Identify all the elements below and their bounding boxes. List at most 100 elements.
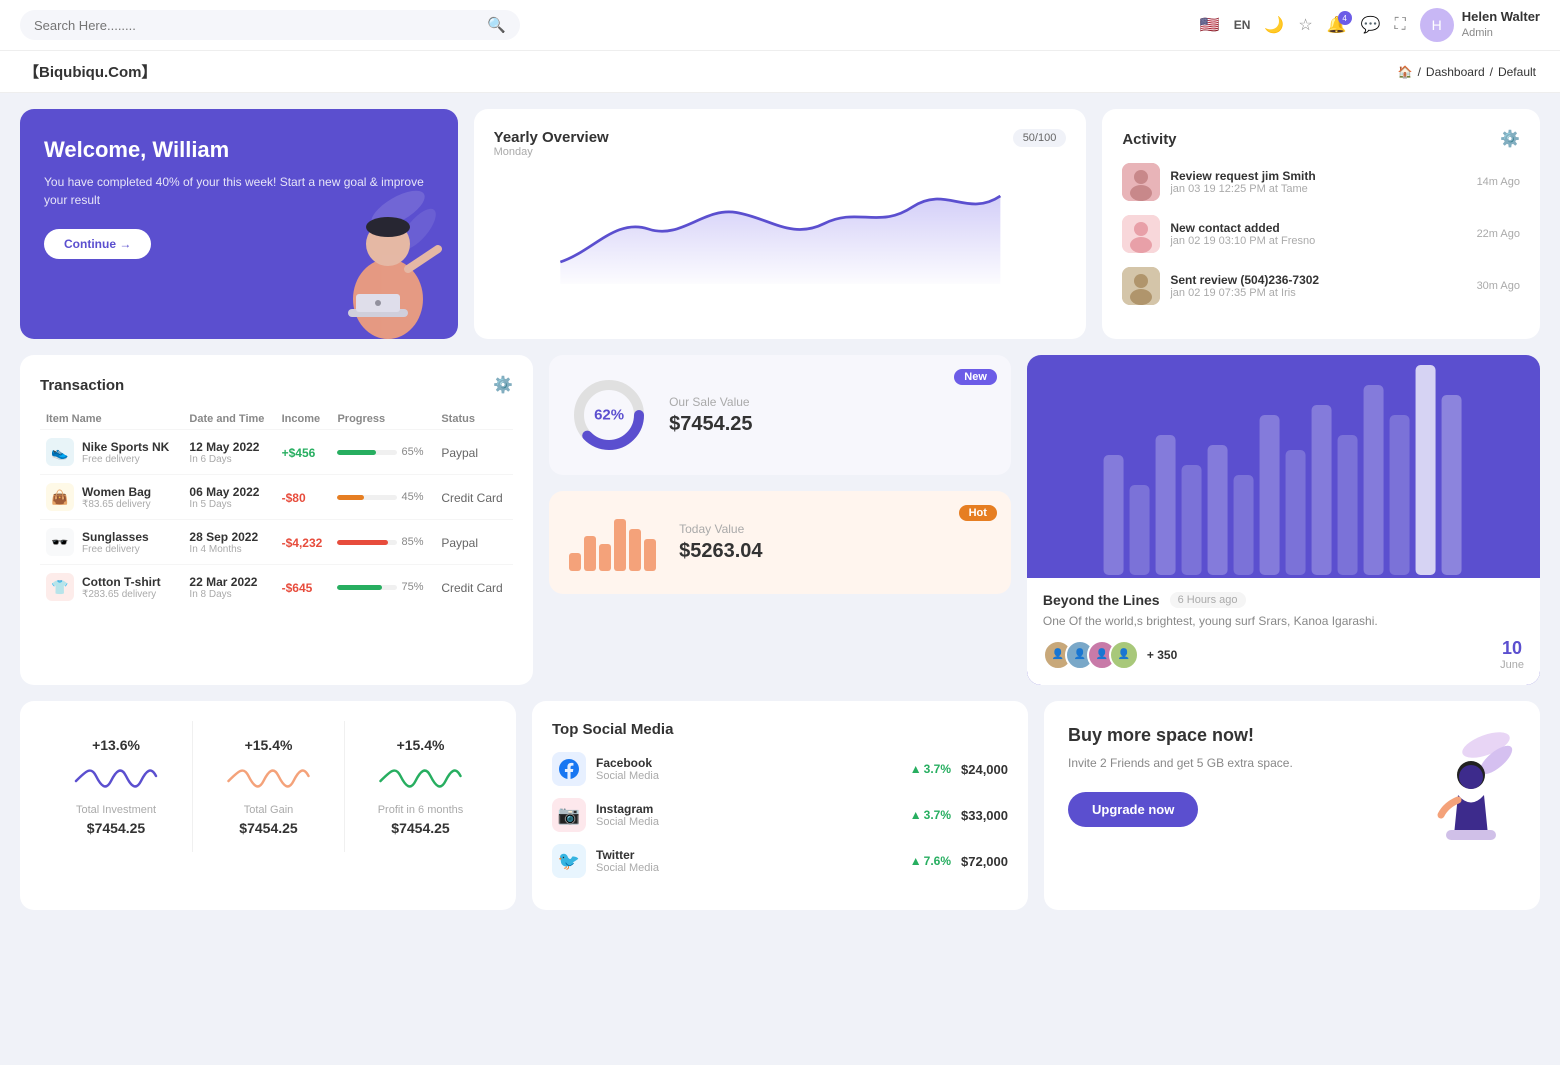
item-income: -$80 — [282, 491, 306, 505]
yearly-chart — [494, 174, 1067, 284]
col-date: Date and Time — [183, 409, 275, 430]
social-item-facebook: Facebook Social Media ▲ 3.7% $24,000 — [552, 752, 1008, 786]
yearly-title: Yearly Overview — [494, 129, 609, 146]
fullscreen-icon[interactable]: ⛶ — [1395, 16, 1406, 34]
upgrade-button[interactable]: Upgrade now — [1068, 792, 1198, 827]
progress-bar — [337, 495, 397, 500]
sale-amount: $7454.25 — [669, 413, 991, 436]
activity-time-1: 14m Ago — [1477, 176, 1520, 188]
welcome-greeting: Welcome, William — [44, 137, 434, 163]
stat-label-profit: Profit in 6 months — [355, 804, 486, 816]
notification-badge: 4 — [1338, 11, 1352, 25]
item-income: -$4,232 — [282, 536, 323, 550]
language-label[interactable]: EN — [1234, 18, 1251, 32]
social-card: Top Social Media Facebook Social Media ▲… — [532, 701, 1028, 910]
item-date: 06 May 2022 — [189, 485, 269, 499]
row3: +13.6% Total Investment $7454.25 +15.4% … — [20, 701, 1540, 910]
activity-settings-icon[interactable]: ⚙️ — [1500, 129, 1520, 149]
activity-card: Activity ⚙️ Review request jim Smith jan… — [1102, 109, 1540, 339]
instagram-amount: $33,000 — [961, 808, 1008, 823]
activity-image-3 — [1122, 267, 1160, 305]
twitter-amount: $72,000 — [961, 854, 1008, 869]
star-icon[interactable]: ☆ — [1298, 15, 1312, 35]
avatar-4: 👤 — [1109, 640, 1139, 670]
bar-chart — [1027, 355, 1540, 575]
stat-val-investment: $7454.25 — [50, 820, 182, 836]
chat-icon[interactable]: 💬 — [1361, 15, 1381, 35]
beyond-desc: One Of the world,s brightest, young surf… — [1043, 614, 1524, 628]
social-item-twitter: 🐦 Twitter Social Media ▲ 7.6% $72,000 — [552, 844, 1008, 878]
activity-time-3: 30m Ago — [1477, 280, 1520, 292]
yearly-day: Monday — [494, 146, 609, 158]
social-item-instagram: 📷 Instagram Social Media ▲ 3.7% $33,000 — [552, 798, 1008, 832]
today-value-card: Hot Today Value $5263.04 — [549, 491, 1011, 594]
social-title: Top Social Media — [552, 721, 1008, 738]
donut-label: 62% — [594, 407, 624, 424]
search-input[interactable] — [34, 18, 487, 33]
breadcrumb-bar: 【Biqubiqu.Com】 🏠 / Dashboard / Default — [0, 51, 1560, 93]
main-content: Welcome, William You have completed 40% … — [0, 93, 1560, 926]
progress-label: 75% — [401, 581, 423, 593]
chart-bottom: Beyond the Lines 6 Hours ago One Of the … — [1027, 578, 1540, 685]
stat-label-investment: Total Investment — [50, 804, 182, 816]
breadcrumb: 🏠 / Dashboard / Default — [1398, 65, 1536, 79]
item-name: Cotton T-shirt — [82, 575, 161, 589]
item-sub: ₹283.65 delivery — [82, 589, 161, 600]
twitter-icon: 🐦 — [552, 844, 586, 878]
progress-fill — [337, 495, 364, 500]
item-payment: Paypal — [441, 446, 478, 460]
today-amount: $5263.04 — [679, 540, 991, 563]
item-icon: 👟 — [46, 438, 74, 466]
home-icon[interactable]: 🏠 — [1398, 65, 1413, 79]
continue-button[interactable]: Continue → — [44, 229, 151, 259]
mini-bar-chart — [569, 511, 659, 574]
activity-item-2: New contact added jan 02 19 03:10 PM at … — [1122, 215, 1520, 253]
item-period: In 4 Months — [189, 544, 269, 555]
avatar-group: 👤 👤 👤 👤 — [1043, 640, 1139, 670]
promo-card: Buy more space now! Invite 2 Friends and… — [1044, 701, 1540, 910]
wave-gain — [203, 761, 334, 801]
new-badge: New — [954, 369, 997, 385]
table-row: 👕 Cotton T-shirt ₹283.65 delivery 22 Mar… — [40, 565, 513, 610]
notification-icon[interactable]: 🔔 4 — [1327, 15, 1347, 35]
activity-title-3: Sent review (504)236-7302 — [1170, 273, 1466, 287]
progress-fill — [337, 450, 376, 455]
item-payment: Credit Card — [441, 581, 502, 595]
sale-column: New 62% Our Sale Value $7454.25 Hot — [549, 355, 1011, 685]
bar-chart-card: Beyond the Lines 6 Hours ago One Of the … — [1027, 355, 1540, 685]
activity-sub-3: jan 02 19 07:35 PM at Iris — [1170, 287, 1466, 299]
facebook-amount: $24,000 — [961, 762, 1008, 777]
activity-image-2 — [1122, 215, 1160, 253]
transaction-card: Transaction ⚙️ Item Name Date and Time I… — [20, 355, 533, 685]
item-icon: 🕶️ — [46, 528, 74, 556]
activity-title-1: Review request jim Smith — [1170, 169, 1466, 183]
wave-profit — [355, 761, 486, 801]
progress-fill — [337, 585, 382, 590]
col-status: Status — [435, 409, 513, 430]
instagram-type: Social Media — [596, 816, 900, 828]
transaction-settings-icon[interactable]: ⚙️ — [493, 375, 513, 395]
item-payment: Paypal — [441, 536, 478, 550]
user-info: H Helen Walter Admin — [1420, 8, 1540, 42]
search-bar[interactable]: 🔍 — [20, 10, 520, 40]
col-income: Income — [276, 409, 332, 430]
item-period: In 8 Days — [189, 589, 269, 600]
transaction-table: Item Name Date and Time Income Progress … — [40, 409, 513, 609]
yearly-progress: 50/100 — [1013, 129, 1067, 147]
instagram-icon: 📷 — [552, 798, 586, 832]
user-role: Admin — [1462, 26, 1540, 40]
today-label: Today Value — [679, 522, 991, 536]
stat-pct-investment: +13.6% — [50, 737, 182, 753]
breadcrumb-dashboard[interactable]: Dashboard — [1426, 65, 1485, 79]
progress-label: 85% — [401, 536, 423, 548]
table-row: 🕶️ Sunglasses Free delivery 28 Sep 2022 … — [40, 520, 513, 565]
item-sub: ₹83.65 delivery — [82, 499, 151, 510]
date-month: June — [1500, 659, 1524, 671]
activity-title-2: New contact added — [1170, 221, 1466, 235]
stat-pct-gain: +15.4% — [203, 737, 334, 753]
wave-investment — [50, 761, 182, 801]
dark-mode-icon[interactable]: 🌙 — [1264, 15, 1284, 35]
table-row: 👟 Nike Sports NK Free delivery 12 May 20… — [40, 430, 513, 475]
item-name: Women Bag — [82, 485, 151, 499]
avatar: H — [1420, 8, 1454, 42]
